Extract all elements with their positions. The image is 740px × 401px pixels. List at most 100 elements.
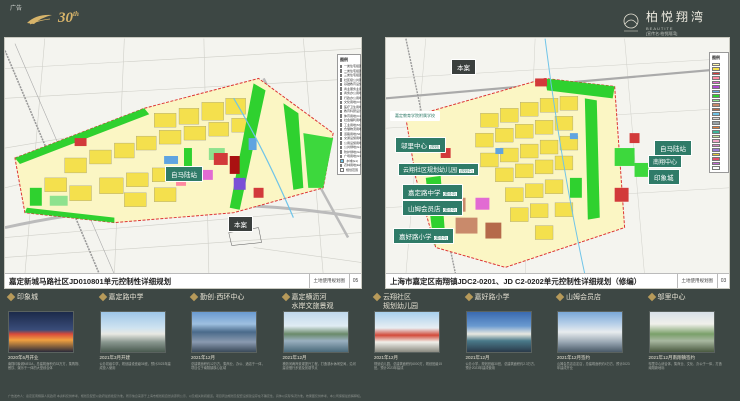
timeline-item-date: 2021年12月 (191, 355, 216, 360)
timeline-item-date: 2021年12月 (465, 355, 490, 360)
timeline-item-description: 横沥河两岸景观提升工程，打造滨水休闲空间，沿河建设慢行步道及景观节点 (282, 362, 356, 370)
legend-swatch (340, 145, 342, 149)
right-panel-footer: 上海市嘉定区南翔镇JDC2-0201、JD C2-0202单元控制性详细规划（修… (386, 273, 729, 288)
legend-swatch (712, 89, 720, 93)
legend-label: 仓储物流用地(W) (344, 127, 362, 132)
legend-swatch (712, 148, 720, 152)
legend-row: 规划范围 (340, 168, 358, 173)
legend-swatch (712, 152, 720, 156)
legend-swatch (712, 76, 720, 80)
timeline-item-photo (191, 311, 257, 353)
timeline-item-photo (648, 311, 715, 353)
project-emblem-icon (623, 13, 639, 31)
left-panel-page: 05 (349, 274, 361, 288)
ad-tag: 广告 (10, 6, 23, 12)
right-project-site-label: 本案 (451, 59, 476, 75)
diamond-icon (372, 292, 382, 302)
diamond-icon (555, 292, 565, 302)
timeline-item: 山姆会员店 2021年12月签约 山姆会员店嘉定店，总建筑面积约4万方，预计2023… (555, 291, 635, 370)
diamond-icon (647, 292, 656, 302)
timeline-item-name: 嘉定路中学 (108, 294, 144, 301)
timeline-item-date: 2021年12月南翔镇签约 (648, 355, 696, 360)
legend-swatch (340, 123, 342, 127)
legend-swatch (712, 166, 720, 170)
timeline-item-date: 2021年12月 (282, 355, 307, 360)
legend-swatch (340, 159, 345, 163)
timeline-item-name-line2: 水岸文旅景观 (291, 303, 334, 310)
jiahao-primary-label: 嘉好路小学 (建设中) (393, 228, 455, 244)
legend-swatch (340, 132, 342, 136)
legend-swatch (340, 91, 342, 95)
legend-swatch (340, 96, 342, 100)
legend-row (712, 166, 726, 171)
ziruo-station-label: 自马陆站 (165, 166, 203, 182)
anniversary-badge: 30th (58, 10, 79, 26)
legend-swatch (340, 78, 342, 82)
timeline-item: 嘉定路中学 2021年3月开建公办初级中学，规划建设班级36班，预计2023年建成… (98, 291, 178, 370)
diamond-icon (98, 292, 107, 302)
legend-swatch (712, 62, 720, 66)
timeline-item-name: 云翔社区 (383, 294, 411, 301)
timeline-item-photo (374, 311, 440, 353)
legend-swatch (340, 127, 342, 131)
left-plan-panel: 图例 一类住宅组团用地(R1)二类住宅组团用地(R2)三类住宅组团用地(R3)社… (4, 37, 362, 289)
legend-swatch (712, 98, 720, 102)
ziruo-station-right-label: 自马陆站 (654, 140, 692, 156)
timeline-item: 云翔社区 规划幼儿园 2021年12月 规划幼儿园，总建筑面积约6000方，规划班级1… (372, 291, 452, 370)
developer-logo: 30th (26, 10, 79, 27)
legend-swatch (712, 139, 720, 143)
legend-swatch (340, 105, 342, 109)
legend-swatch (340, 82, 342, 86)
legend-swatch (712, 157, 720, 161)
right-panel-title: 上海市嘉定区南翔镇JDC2-0201、JD C2-0202单元控制性详细规划（修… (390, 276, 642, 286)
legend-swatch (712, 107, 720, 111)
jiading-middle-school-label: 嘉定路中学 (建设中) (402, 184, 464, 200)
legend-swatch (712, 143, 720, 147)
yunxiang-kindergarten-label: 云翔社区规划幼儿园 (规划中) (398, 163, 479, 176)
legend-swatch (340, 87, 342, 91)
legend-swatch (712, 130, 720, 134)
left-legend: 图例 一类住宅组团用地(R1)二类住宅组团用地(R2)三类住宅组团用地(R3)社… (337, 54, 361, 175)
timeline-item-date: 2021年3月开建 (99, 355, 131, 360)
yinxiang-city-label: 印象城 (648, 169, 680, 185)
legend-swatch (712, 161, 720, 165)
legend-swatch (340, 150, 342, 154)
timeline-item-description: 公办小学，规划班级30班，总建筑面积约2.3万方，预计2023年建成使用 (465, 362, 538, 370)
timeline-item: 嘉定横沥河 水岸文旅景观 2021年12月 横沥河两岸景观提升工程，打造滨水休闲空间，… (281, 291, 361, 370)
legend-swatch (340, 118, 342, 122)
diamond-icon (281, 292, 290, 302)
left-land-use-map (5, 38, 361, 275)
legend-swatch (340, 163, 342, 167)
legend-label: 商务办公用地(C8) (344, 91, 362, 96)
left-panel-subtitle: 土地使用规划图 (308, 274, 350, 288)
sams-club-label: 山姆会员店 (建设中) (402, 200, 464, 216)
timeline-item: 勤创·西环中心 2021年12月 总建筑面积约12万方，集商业、办公、酒店于一体，项… (189, 291, 269, 370)
legend-label: 规划范围 (345, 167, 358, 172)
legend-swatch (340, 136, 342, 140)
timeline-item-name: 嘉好路小学 (474, 294, 510, 301)
legend-swatch (340, 69, 342, 73)
timeline-item-photo (465, 311, 532, 353)
swoosh-logo-icon (27, 14, 52, 24)
legend-label: 交通设施用地(S) (344, 136, 362, 141)
right-panel-subtitle: 土地使用规划图 (676, 274, 718, 288)
legend-label: 文化用地(C3) (344, 100, 362, 105)
legend-swatch (340, 141, 342, 145)
right-panel-page: 03 (717, 274, 729, 288)
left-panel-title: 嘉定新城马路社区JD010801单元控制性详细规划 (9, 276, 172, 286)
timeline-item-name: 山姆会员店 (566, 294, 601, 301)
timeline-item-description: 公办初级中学，规划建设班级36班，预计2023年建成投入使用 (99, 362, 171, 370)
legend-swatch (712, 112, 720, 116)
project-site-label: 本案 (228, 216, 253, 232)
legend-swatch (340, 100, 342, 104)
school-note-label: 嘉定教育学院附属学校 (390, 111, 440, 121)
project-name: 柏悦翔湾 (645, 10, 706, 24)
legend-label: 基础教育设施用地(Rs) (344, 82, 362, 87)
legend-swatch (340, 114, 342, 118)
legend-swatch (712, 71, 720, 75)
project-logo: 柏悦翔湾 BEAUTITE [宣传名:柏悦翔湾] (622, 8, 706, 37)
legend-swatch (340, 73, 342, 77)
timeline-item-description: 南翔印象城MEGA，总建筑面积约33万方，集购物、餐饮、娱乐于一体的大型综合体 (8, 362, 82, 370)
legend-swatch (712, 103, 720, 107)
legend-swatch (712, 94, 720, 98)
